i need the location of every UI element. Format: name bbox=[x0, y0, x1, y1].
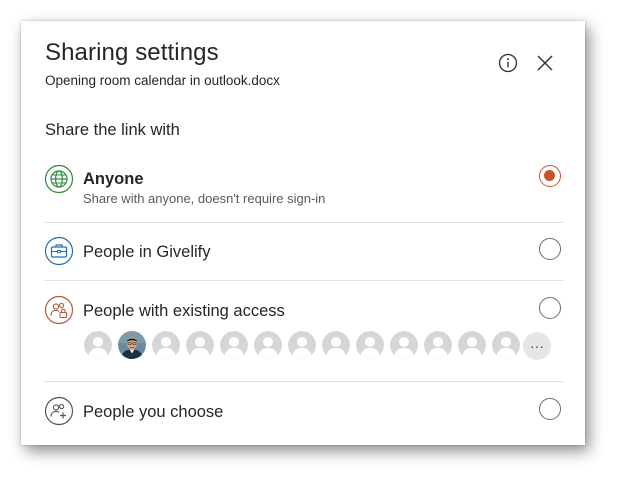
people-lock-icon bbox=[44, 295, 74, 325]
radio-existing-access[interactable] bbox=[539, 297, 561, 319]
option-anyone-title: Anyone bbox=[83, 170, 144, 188]
avatar bbox=[356, 331, 384, 359]
dialog-title: Sharing settings bbox=[45, 39, 219, 66]
avatar bbox=[254, 331, 282, 359]
option-people-you-choose-title: People you choose bbox=[83, 403, 224, 421]
option-anyone-description: Share with anyone, doesn't require sign-… bbox=[83, 191, 326, 206]
close-icon bbox=[537, 55, 553, 71]
radio-anyone[interactable] bbox=[539, 165, 561, 187]
dialog-subtitle: Opening room calendar in outlook.docx bbox=[45, 73, 280, 88]
avatar bbox=[322, 331, 350, 359]
option-existing-access[interactable]: People with existing access bbox=[44, 292, 563, 328]
option-people-in-org[interactable]: People in Givelify bbox=[44, 233, 563, 269]
radio-people-in-org[interactable] bbox=[539, 238, 561, 260]
option-existing-access-title: People with existing access bbox=[83, 302, 285, 320]
divider bbox=[44, 280, 563, 281]
globe-icon bbox=[44, 164, 74, 194]
option-anyone[interactable]: Anyone Share with anyone, doesn't requir… bbox=[44, 161, 563, 211]
share-link-label: Share the link with bbox=[45, 121, 180, 139]
info-icon bbox=[498, 53, 518, 73]
avatar bbox=[84, 331, 112, 359]
more-avatars-button[interactable]: ··· bbox=[523, 332, 551, 360]
close-button[interactable] bbox=[533, 51, 557, 75]
avatar bbox=[220, 331, 248, 359]
info-button[interactable] bbox=[496, 51, 520, 75]
avatar bbox=[152, 331, 180, 359]
avatar bbox=[288, 331, 316, 359]
avatar-photo bbox=[118, 331, 146, 359]
radio-people-you-choose[interactable] bbox=[539, 398, 561, 420]
avatar bbox=[458, 331, 486, 359]
sharing-settings-dialog: Sharing settings Opening room calendar i… bbox=[21, 21, 585, 445]
option-people-you-choose[interactable]: People you choose bbox=[44, 393, 563, 429]
option-people-in-org-title: People in Givelify bbox=[83, 243, 211, 261]
avatar bbox=[492, 331, 520, 359]
divider bbox=[44, 381, 563, 382]
briefcase-icon bbox=[44, 236, 74, 266]
people-add-icon bbox=[44, 396, 74, 426]
avatar bbox=[390, 331, 418, 359]
divider bbox=[44, 222, 563, 223]
avatar bbox=[186, 331, 214, 359]
avatar bbox=[424, 331, 452, 359]
